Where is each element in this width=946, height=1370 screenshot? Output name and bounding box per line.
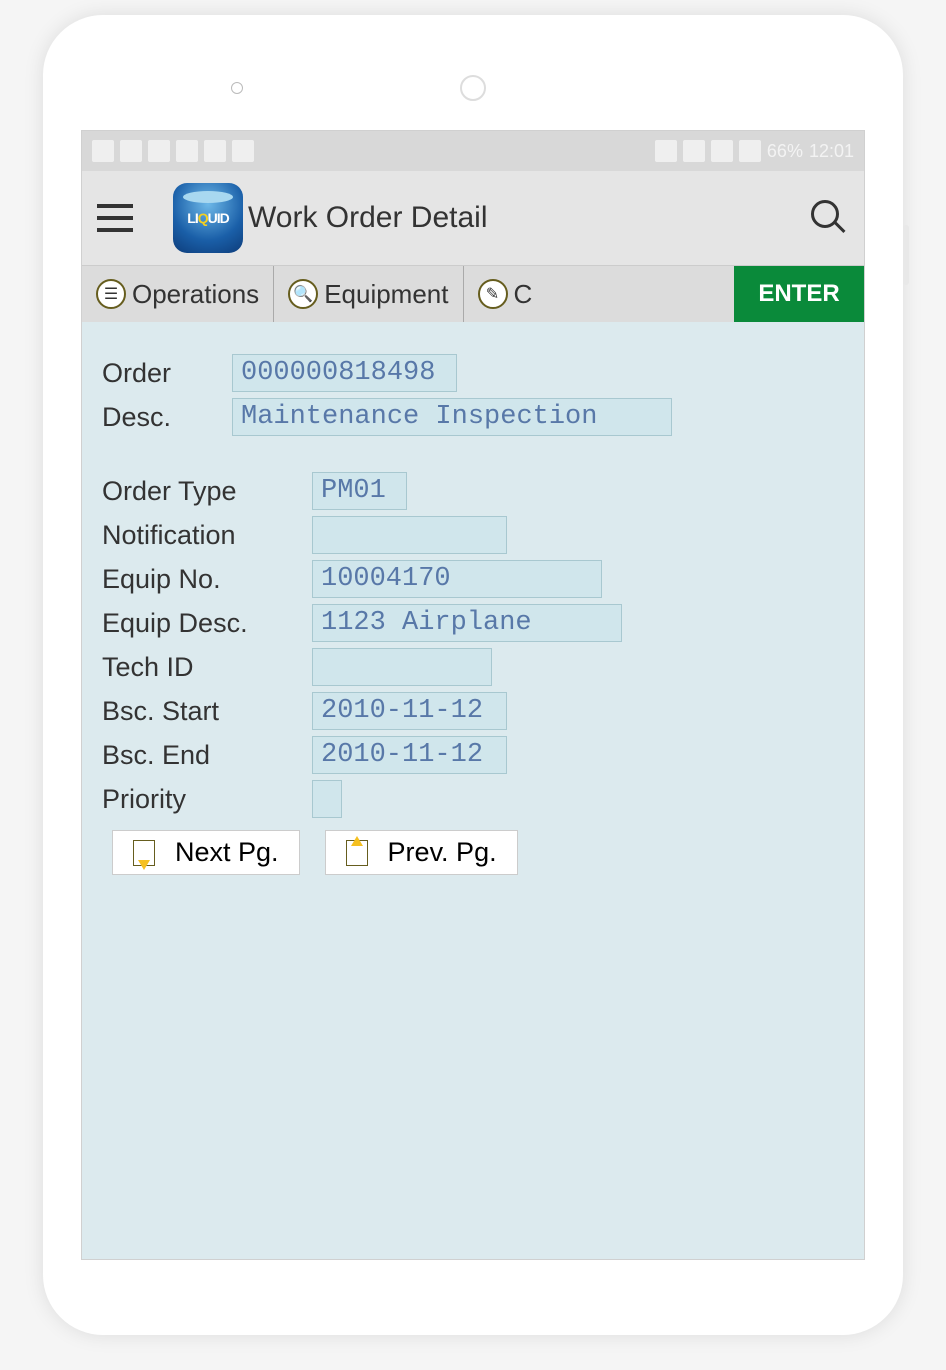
field-notification[interactable] (312, 516, 507, 554)
enter-label: ENTER (758, 280, 839, 308)
label-priority: Priority (102, 784, 312, 815)
cast-icon (655, 140, 677, 162)
signal-icon (711, 140, 733, 162)
screen: 66% 12:01 LIQUID Work Order Detail ☰ Ope… (81, 130, 865, 1260)
page-down-icon (133, 840, 155, 866)
operations-icon: ☰ (96, 279, 126, 309)
label-bsc-start: Bsc. Start (102, 696, 312, 727)
label-order: Order (102, 358, 232, 389)
row-bsc-start: Bsc. Start 2010-11-12 (102, 690, 844, 732)
label-desc: Desc. (102, 402, 232, 433)
camera-dot (231, 82, 243, 94)
notif-icon (120, 140, 142, 162)
field-equip-no[interactable]: 10004170 (312, 560, 602, 598)
field-desc[interactable]: Maintenance Inspection (232, 398, 672, 436)
row-equip-no: Equip No. 10004170 (102, 558, 844, 600)
status-bar: 66% 12:01 (82, 131, 864, 171)
label-notification: Notification (102, 520, 312, 551)
phone-speaker (460, 75, 486, 101)
status-right: 66% 12:01 (655, 140, 854, 162)
row-tech-id: Tech ID (102, 646, 844, 688)
row-desc: Desc. Maintenance Inspection (102, 396, 844, 438)
edit-icon: ✎ (478, 279, 508, 309)
tab-bar: ☰ Operations 🔍 Equipment ✎ C ENTER (82, 266, 864, 322)
row-bsc-end: Bsc. End 2010-11-12 (102, 734, 844, 776)
equipment-icon: 🔍 (288, 279, 318, 309)
page-title: Work Order Detail (248, 201, 809, 235)
phone-frame: 66% 12:01 LIQUID Work Order Detail ☰ Ope… (43, 15, 903, 1335)
notif-icon (148, 140, 170, 162)
row-order-type: Order Type PM01 (102, 470, 844, 512)
battery-text: 66% (767, 141, 803, 162)
label-tech-id: Tech ID (102, 652, 312, 683)
notif-icon (232, 140, 254, 162)
field-order-type[interactable]: PM01 (312, 472, 407, 510)
prev-page-button[interactable]: Prev. Pg. (325, 830, 518, 875)
label-equip-no: Equip No. (102, 564, 312, 595)
label-bsc-end: Bsc. End (102, 740, 312, 771)
menu-icon[interactable] (97, 204, 133, 232)
battery-icon (739, 140, 761, 162)
tab-label: C (514, 279, 533, 310)
row-notification: Notification (102, 514, 844, 556)
enter-button[interactable]: ENTER (734, 266, 864, 322)
button-row: Next Pg. Prev. Pg. (102, 830, 844, 875)
field-bsc-end[interactable]: 2010-11-12 (312, 736, 507, 774)
next-page-label: Next Pg. (175, 837, 279, 868)
phone-top-bezel (81, 45, 865, 130)
app-bar: LIQUID Work Order Detail (82, 171, 864, 266)
tab-label: Equipment (324, 279, 448, 310)
row-priority: Priority (102, 778, 844, 820)
clock-text: 12:01 (809, 141, 854, 162)
app-logo: LIQUID (173, 183, 243, 253)
tab-third[interactable]: ✎ C (464, 266, 537, 322)
row-order: Order 000000818498 (102, 352, 844, 394)
search-icon[interactable] (809, 198, 849, 238)
tab-operations[interactable]: ☰ Operations (82, 266, 274, 322)
row-equip-desc: Equip Desc. 1123 Airplane (102, 602, 844, 644)
next-page-button[interactable]: Next Pg. (112, 830, 300, 875)
page-up-icon (346, 840, 368, 866)
field-tech-id[interactable] (312, 648, 492, 686)
vibrate-icon (683, 140, 705, 162)
form-area: Order 000000818498 Desc. Maintenance Ins… (82, 322, 864, 905)
notif-icon (204, 140, 226, 162)
label-equip-desc: Equip Desc. (102, 608, 312, 639)
label-order-type: Order Type (102, 476, 312, 507)
power-button[interactable] (903, 225, 909, 285)
status-left-icons (92, 140, 254, 162)
field-bsc-start[interactable]: 2010-11-12 (312, 692, 507, 730)
notif-icon (92, 140, 114, 162)
field-equip-desc[interactable]: 1123 Airplane (312, 604, 622, 642)
field-priority[interactable] (312, 780, 342, 818)
field-order[interactable]: 000000818498 (232, 354, 457, 392)
tab-label: Operations (132, 279, 259, 310)
notif-icon (176, 140, 198, 162)
prev-page-label: Prev. Pg. (388, 837, 497, 868)
tab-equipment[interactable]: 🔍 Equipment (274, 266, 463, 322)
